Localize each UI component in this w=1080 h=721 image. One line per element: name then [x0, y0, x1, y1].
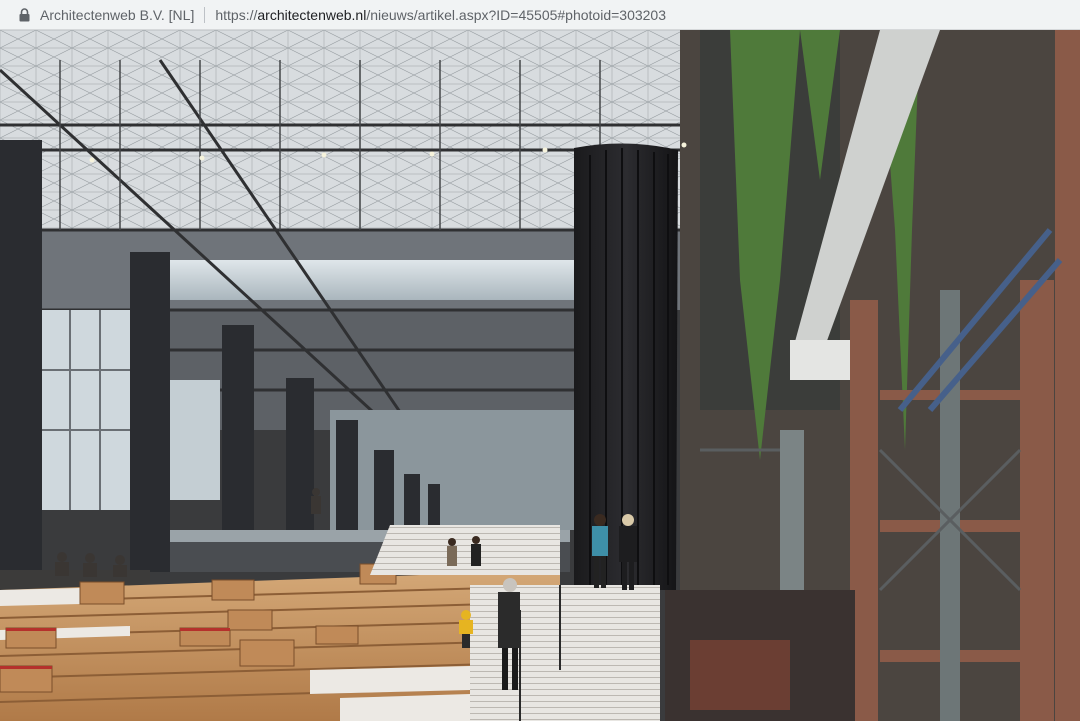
url-scheme: https://: [215, 6, 258, 23]
divider: [204, 6, 206, 23]
url-path: /nieuws/artikel.aspx?ID=45505#photoid=30…: [366, 6, 666, 23]
url-text[interactable]: https://architectenweb.nl/nieuws/artikel…: [215, 7, 666, 23]
clerestory-window: [170, 260, 590, 300]
address-bar[interactable]: Architectenweb B.V. [NL] https://archite…: [0, 0, 1080, 30]
library-hall-photo: [0, 30, 1080, 721]
lock-icon[interactable]: [17, 0, 31, 30]
site-identity[interactable]: Architectenweb B.V. [NL]: [40, 7, 194, 23]
left-window: [40, 310, 130, 510]
url-host: architectenweb.nl: [257, 6, 367, 23]
